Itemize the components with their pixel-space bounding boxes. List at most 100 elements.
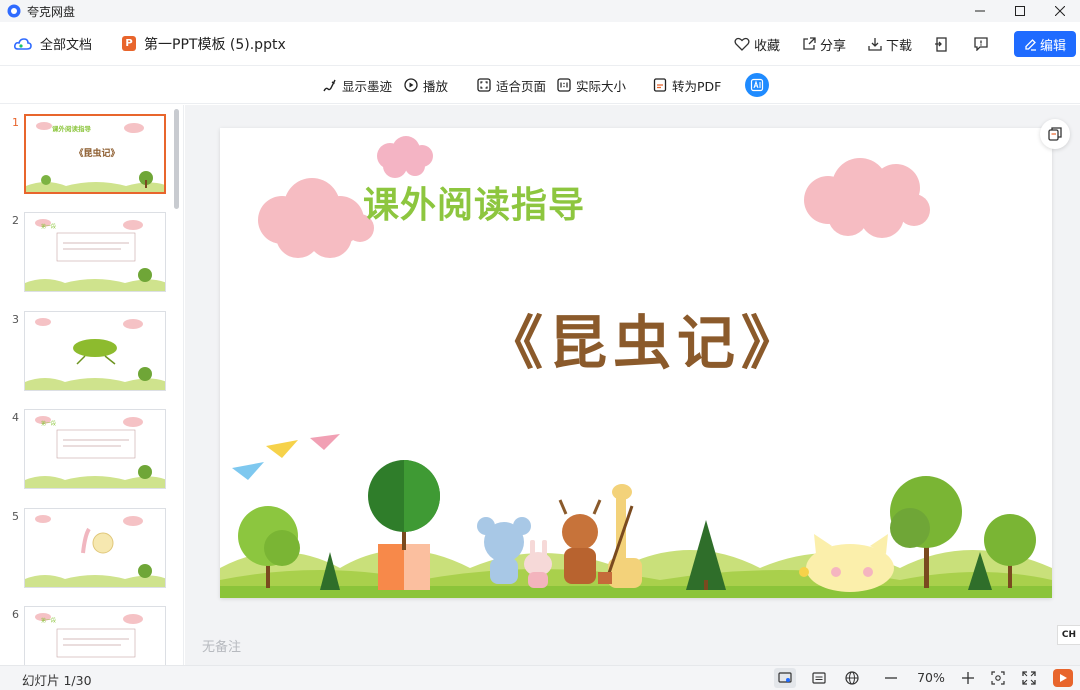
convert-to-pdf-button[interactable]: 转为PDF [653,66,721,104]
thumbnail-row: 6 第一段 [0,606,176,665]
feedback-icon [974,37,988,51]
slide-thumbnail[interactable] [24,311,166,391]
slide-counter: 幻灯片 1/30 [22,673,92,688]
thumbnail-number: 1 [12,116,19,129]
thumbnail-preview: 课外阅读指导 《昆虫记》 [26,122,164,192]
zoom-in-button[interactable] [957,668,979,688]
ime-indicator: CH [1057,625,1080,645]
copy-slide-button[interactable] [1040,119,1070,149]
minus-icon [885,677,897,679]
ppt-file-icon: P [122,36,137,51]
thumbnail-title: 第一段 [41,420,56,427]
feedback-button[interactable] [974,37,988,51]
play-icon [1060,674,1067,682]
pencil-icon [1025,38,1036,51]
thumbnail-row: 2 第一段 [0,212,176,296]
slide-subtitle: 《昆虫记》 [484,309,805,377]
export-button[interactable] [934,36,948,52]
actual-size-icon [557,78,571,92]
download-icon [868,38,882,51]
normal-view-icon [778,672,792,683]
plus-icon [962,672,974,684]
all-documents-button[interactable]: 全部文档 [14,34,92,53]
slide-canvas: 课外阅读指导 《昆虫记》 无备注 CH [185,105,1080,665]
window-controls [960,0,1080,22]
thumbnail-preview: 第一段 [25,219,165,291]
giraffe [598,484,642,588]
fullscreen-icon [1022,671,1036,685]
pdf-icon [653,78,667,92]
cloud-right [804,158,930,238]
zoom-out-button[interactable] [880,668,902,688]
cloud-left [258,178,374,258]
slide-thumbnail[interactable] [24,508,166,588]
close-button[interactable] [1040,0,1080,22]
play-button[interactable]: 播放 [404,66,448,104]
header-toolbar: 全部文档 P 第一PPT模板 (5).pptx 收藏 分享 下载 编辑 [0,22,1080,66]
web-view-button[interactable] [841,668,863,688]
thumbnail-title: 第一段 [41,223,56,230]
copy-icon [1048,127,1062,141]
file-name: 第一PPT模板 (5).pptx [144,36,286,53]
fit-page-button[interactable]: 适合页面 [477,66,546,104]
thumbnail-number: 2 [12,214,19,227]
tree-big-center [368,460,440,590]
thumbnail-preview: 第一段 [25,416,165,488]
thumbnail-number: 4 [12,411,19,424]
cloud-small [377,136,433,178]
slide-notes[interactable]: 无备注 [202,636,241,655]
status-bar: 幻灯片 1/30 70% [0,665,1080,690]
thumbnail-number: 3 [12,313,19,326]
thumbnail-row: 5 [0,508,176,592]
current-slide[interactable]: 课外阅读指导 《昆虫记》 [220,128,1052,598]
slide-thumbnail-panel: 1 课外阅读指导 《昆虫记》 2 第一段 3 4 第一段 5 6 第一段 [0,105,184,665]
header-actions: 收藏 分享 下载 编辑 [734,22,1080,66]
bunny [524,540,552,588]
fit-window-button[interactable] [987,668,1009,688]
notes-view-icon [812,672,826,684]
fit-page-icon [477,78,491,92]
thumbnail-number: 6 [12,608,19,621]
thumbnail-row: 1 课外阅读指导 《昆虫记》 [0,114,176,198]
app-name: 夸克网盘 [27,4,76,19]
ai-assistant-button[interactable] [745,73,769,97]
notes-view-button[interactable] [808,668,830,688]
globe-icon [845,671,859,685]
slide-thumbnail[interactable]: 第一段 [24,606,166,665]
thumbnail-preview: 第一段 [35,613,143,658]
all-documents-label: 全部文档 [40,38,93,53]
slide-title: 课外阅读指导 [363,185,586,226]
file-tab[interactable]: P 第一PPT模板 (5).pptx [122,34,286,54]
thumbnail-subtitle: 《昆虫记》 [74,147,119,159]
favorite-button[interactable]: 收藏 [734,35,780,54]
minimize-button[interactable] [960,0,1000,22]
fullscreen-button[interactable] [1018,668,1040,688]
share-button[interactable]: 分享 [802,35,846,54]
normal-view-button[interactable] [774,668,796,688]
thumbnail-number: 5 [12,510,19,523]
slide-thumbnail[interactable]: 第一段 [24,212,166,292]
thumbnail-row: 4 第一段 [0,409,176,493]
thumbnail-title: 课外阅读指导 [52,124,92,133]
maximize-button[interactable] [1000,0,1040,22]
show-ink-button[interactable]: 显示墨迹 [322,66,392,104]
thumbnail-preview [25,515,165,587]
title-bar: 夸克网盘 [0,0,1080,22]
play-circle-icon [404,78,418,92]
fit-window-icon [991,671,1005,685]
ink-pen-icon [323,79,336,91]
view-toolbar: 显示墨迹 播放 适合页面 实际大小 转为PDF [0,66,1080,104]
zoom-level: 70% [917,670,945,685]
actual-size-button[interactable]: 实际大小 [557,66,626,104]
thumbnail-preview [25,318,165,390]
edit-button[interactable]: 编辑 [1014,31,1076,57]
slide-thumbnail[interactable]: 课外阅读指导 《昆虫记》 [24,114,166,194]
download-button[interactable]: 下载 [868,35,912,54]
ai-sparkle-icon [750,78,764,92]
slide-thumbnail[interactable]: 第一段 [24,409,166,489]
heart-icon [734,37,750,51]
slideshow-play-button[interactable] [1053,669,1073,687]
thumbnail-title: 第一段 [41,617,56,624]
export-icon [935,36,947,52]
deer [558,499,602,584]
